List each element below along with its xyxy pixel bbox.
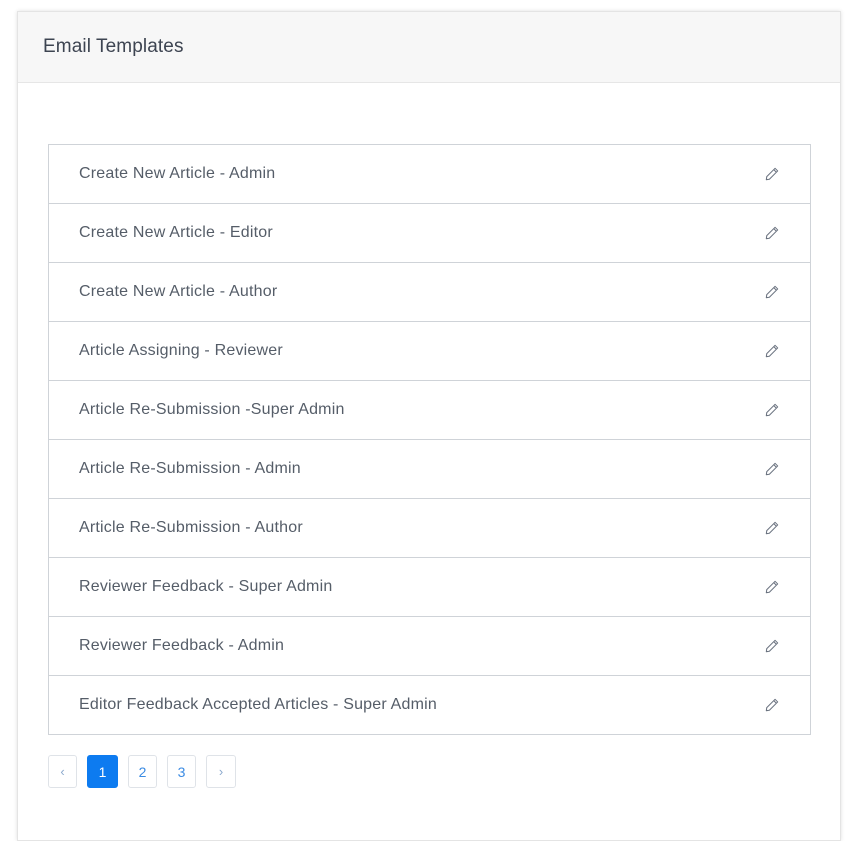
pagination: ‹ 1 2 3 ›	[48, 755, 236, 788]
list-item[interactable]: Editor Feedback Accepted Articles - Supe…	[49, 676, 810, 734]
template-label: Article Re-Submission -Super Admin	[79, 401, 345, 418]
pencil-icon[interactable]	[764, 461, 780, 477]
pagination-next-button[interactable]: ›	[206, 755, 236, 788]
pencil-icon[interactable]	[764, 284, 780, 300]
template-label: Create New Article - Author	[79, 283, 278, 300]
pencil-icon[interactable]	[764, 520, 780, 536]
list-item[interactable]: Create New Article - Admin	[49, 145, 810, 204]
list-item[interactable]: Article Re-Submission - Author	[49, 499, 810, 558]
list-item[interactable]: Create New Article - Author	[49, 263, 810, 322]
pencil-icon[interactable]	[764, 402, 780, 418]
pencil-icon[interactable]	[764, 166, 780, 182]
pagination-page-3[interactable]: 3	[167, 755, 196, 788]
pagination-page-2[interactable]: 2	[128, 755, 157, 788]
template-label: Create New Article - Editor	[79, 224, 273, 241]
list-item[interactable]: Create New Article - Editor	[49, 204, 810, 263]
pencil-icon[interactable]	[764, 638, 780, 654]
template-label: Article Re-Submission - Admin	[79, 460, 301, 477]
card-header: Email Templates	[18, 12, 840, 83]
pagination-prev-button[interactable]: ‹	[48, 755, 77, 788]
template-label: Reviewer Feedback - Super Admin	[79, 578, 333, 595]
list-item[interactable]: Article Assigning - Reviewer	[49, 322, 810, 381]
template-label: Create New Article - Admin	[79, 165, 276, 182]
template-label: Article Re-Submission - Author	[79, 519, 303, 536]
email-templates-card: Email Templates Create New Article - Adm…	[17, 11, 841, 841]
template-label: Editor Feedback Accepted Articles - Supe…	[79, 696, 438, 713]
pencil-icon[interactable]	[764, 343, 780, 359]
list-item[interactable]: Article Re-Submission - Admin	[49, 440, 810, 499]
pencil-icon[interactable]	[764, 225, 780, 241]
list-item[interactable]: Reviewer Feedback - Admin	[49, 617, 810, 676]
page-title: Email Templates	[43, 36, 184, 57]
list-item[interactable]: Reviewer Feedback - Super Admin	[49, 558, 810, 617]
list-item[interactable]: Article Re-Submission -Super Admin	[49, 381, 810, 440]
pagination-page-1[interactable]: 1	[87, 755, 118, 788]
template-label: Article Assigning - Reviewer	[79, 342, 283, 359]
pencil-icon[interactable]	[764, 697, 780, 713]
pencil-icon[interactable]	[764, 579, 780, 595]
email-template-list: Create New Article - Admin Create New Ar…	[48, 144, 811, 735]
template-label: Reviewer Feedback - Admin	[79, 637, 285, 654]
